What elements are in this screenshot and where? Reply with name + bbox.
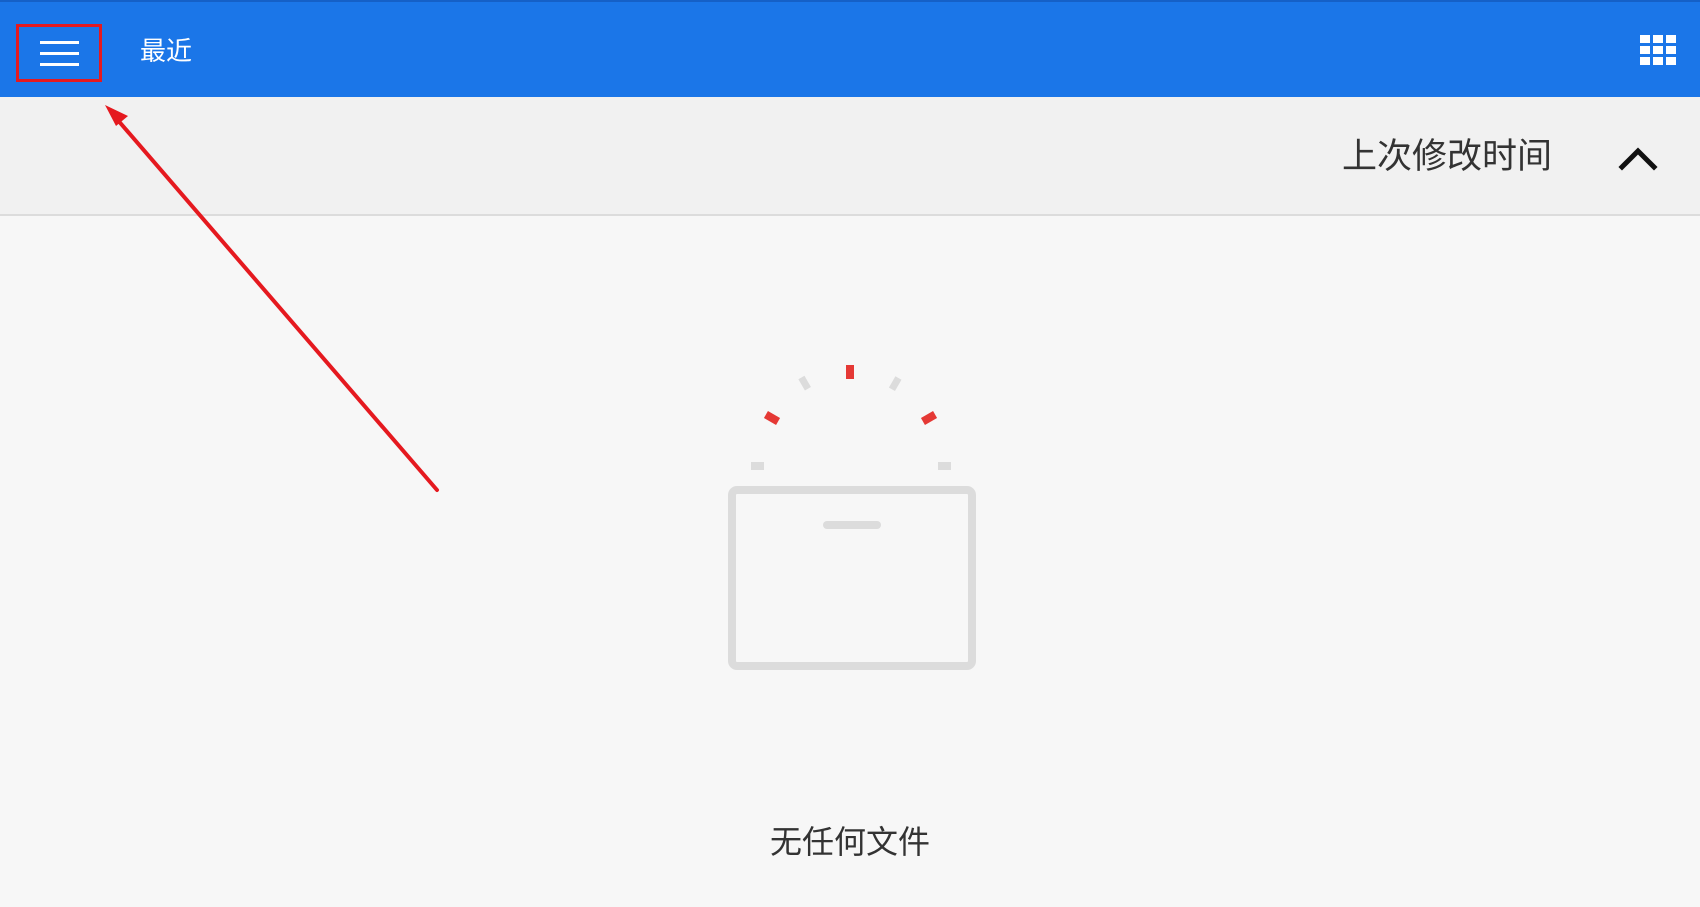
empty-folder-icon [728,365,976,670]
page-title: 最近 [140,37,193,67]
sort-by-modified-button[interactable]: 上次修改时间 [1342,137,1552,177]
spark-left-2 [763,411,781,425]
spark-right-1 [888,376,902,392]
spark-right-3 [938,462,951,470]
spark-top [846,365,854,379]
spark-left-1 [798,375,811,391]
hamburger-menu-icon [39,39,79,67]
chevron-up-icon[interactable] [1616,141,1660,173]
grid-view-icon[interactable] [1640,35,1676,65]
spark-left-3 [751,462,764,470]
files-app: 最近 上次修改时间 无任何文件 [0,0,1700,907]
empty-message: 无任何文件 [769,823,930,861]
sort-bar: 上次修改时间 [0,97,1700,216]
spark-right-2 [920,411,938,425]
app-bar: 最近 [0,0,1700,97]
menu-button[interactable] [16,24,102,82]
